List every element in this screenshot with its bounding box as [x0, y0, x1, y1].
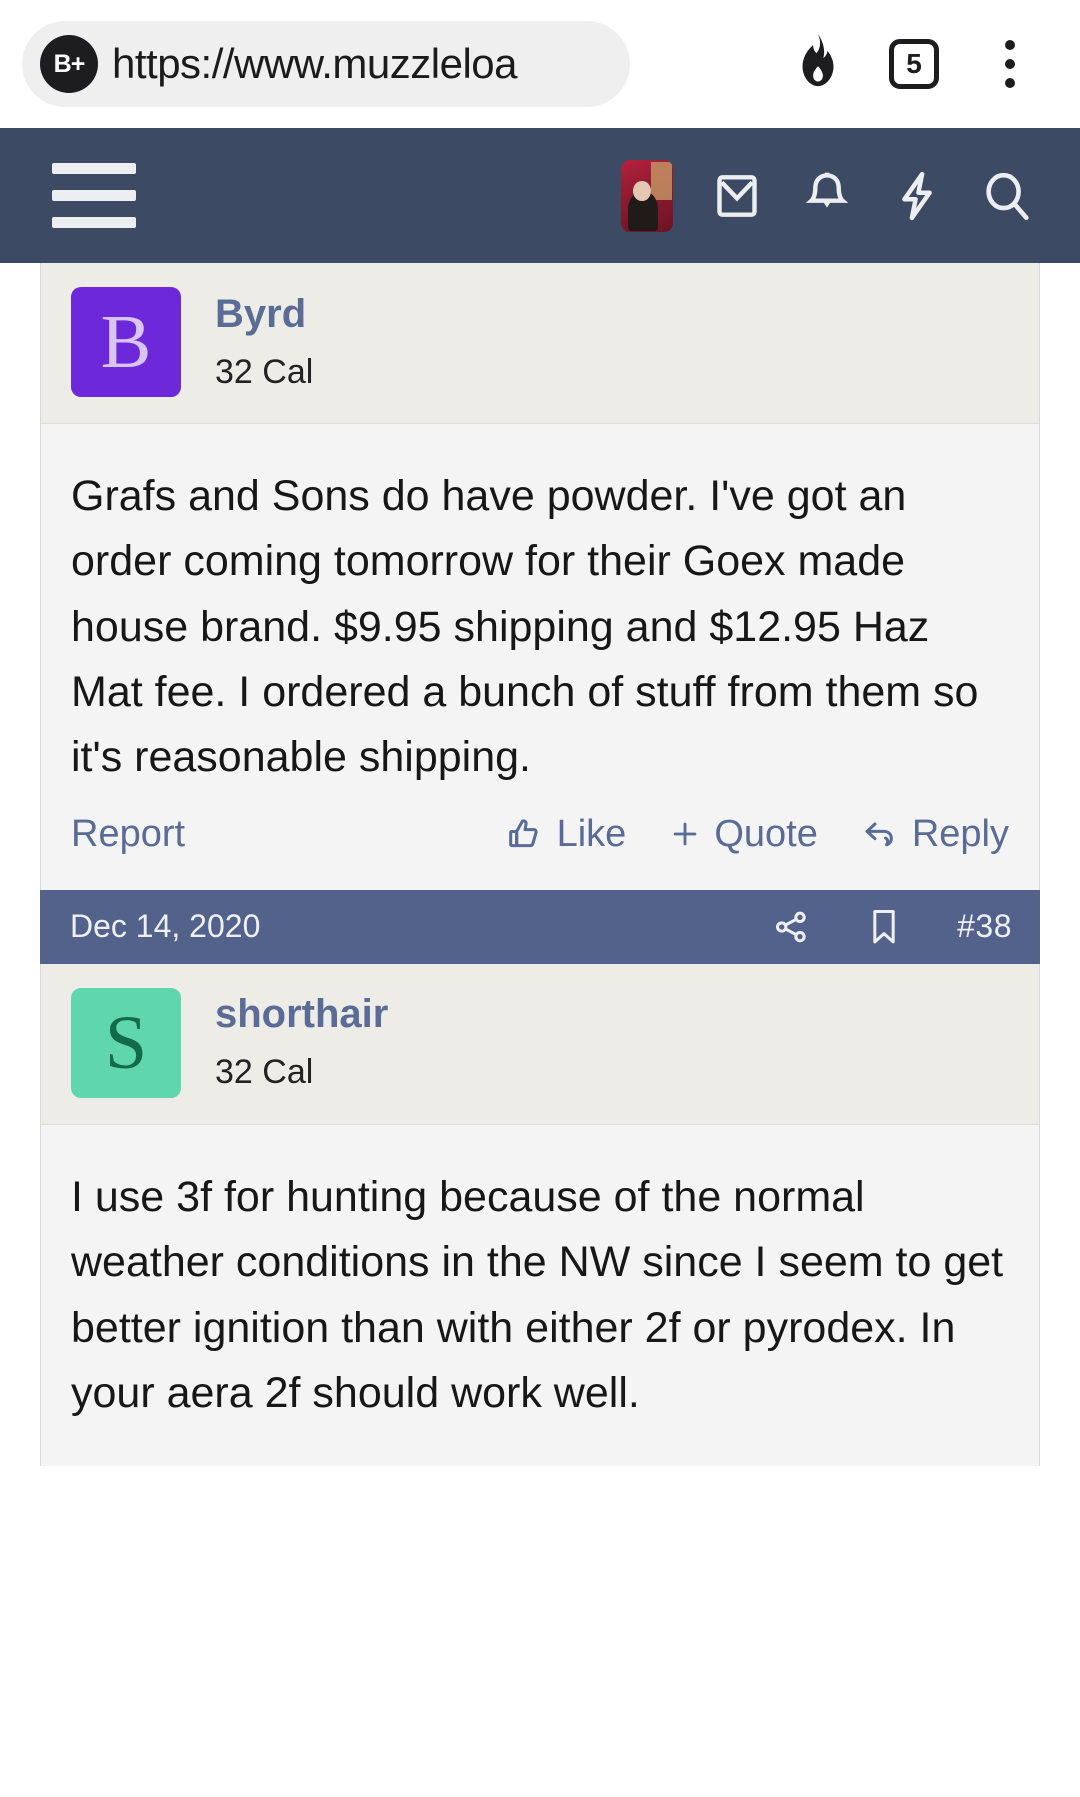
user-title: 32 Cal: [215, 1053, 314, 1092]
hamburger-menu-icon[interactable]: [52, 163, 136, 228]
account-button[interactable]: [602, 146, 692, 246]
report-button[interactable]: Report: [71, 813, 185, 856]
bookmark-icon: [865, 906, 903, 948]
address-bar[interactable]: B+ https://www.muzzleloa: [22, 21, 630, 107]
post-body: Grafs and Sons do have powder. I've got …: [41, 424, 1039, 791]
post-user-header: B Byrd 32 Cal: [41, 263, 1039, 424]
post-actions-right: Like Quote Reply: [505, 813, 1009, 856]
avatar[interactable]: S: [71, 987, 181, 1098]
post-meta-bar: Dec 14, 2020 #38: [40, 889, 1040, 964]
reply-arrow-icon: [860, 814, 900, 854]
bookmark-button[interactable]: [865, 906, 903, 948]
alerts-button[interactable]: [782, 146, 872, 246]
post-number[interactable]: #38: [957, 908, 1012, 945]
browser-actions: 5: [630, 16, 1058, 112]
username-link[interactable]: shorthair: [215, 993, 388, 1035]
post-actions: Report Like Quote Reply: [41, 791, 1039, 890]
flame-icon: [791, 33, 845, 95]
post-user-info: shorthair 32 Cal: [215, 993, 388, 1092]
share-icon: [771, 907, 811, 947]
quote-button[interactable]: Quote: [668, 813, 818, 856]
like-label: Like: [556, 812, 627, 855]
search-button[interactable]: [962, 146, 1052, 246]
post-shorthair: S shorthair 32 Cal I use 3f for hunting …: [40, 963, 1040, 1467]
quote-label: Quote: [714, 812, 818, 855]
url-text: https://www.muzzleloa: [112, 40, 518, 87]
search-icon: [978, 167, 1036, 225]
thread-content: B Byrd 32 Cal Grafs and Sons do have pow…: [0, 263, 1080, 1797]
plus-icon: [668, 817, 702, 851]
reply-label: Reply: [911, 812, 1009, 855]
whats-new-button[interactable]: [872, 146, 962, 246]
user-avatar-icon: [621, 159, 673, 232]
user-title: 32 Cal: [215, 352, 314, 391]
brave-rewards-icon[interactable]: B+: [40, 35, 98, 93]
share-button[interactable]: [771, 907, 811, 947]
post-meta-actions: #38: [771, 906, 1012, 948]
kebab-menu-icon: [1005, 40, 1015, 88]
post-body: I use 3f for hunting because of the norm…: [71, 1172, 1004, 1417]
post-byrd: B Byrd 32 Cal Grafs and Sons do have pow…: [40, 263, 1040, 890]
post-user-header: S shorthair 32 Cal: [41, 963, 1039, 1125]
tab-switcher-button[interactable]: 5: [866, 16, 962, 112]
reply-button[interactable]: Reply: [860, 813, 1009, 856]
site-header: [0, 128, 1080, 263]
like-button[interactable]: Like: [505, 812, 627, 856]
envelope-icon: [709, 168, 765, 224]
post-date: Dec 14, 2020: [70, 908, 261, 945]
brave-shields-button[interactable]: [770, 16, 866, 112]
browser-toolbar: B+ https://www.muzzleloa 5: [0, 0, 1080, 128]
lightning-bolt-icon: [889, 168, 945, 224]
header-icon-group: [602, 146, 1052, 246]
tab-count-badge: 5: [889, 39, 939, 89]
avatar[interactable]: B: [71, 287, 181, 397]
thumbs-up-icon: [505, 814, 545, 854]
post-user-info: Byrd 32 Cal: [215, 293, 313, 392]
inbox-button[interactable]: [692, 146, 782, 246]
username-link[interactable]: Byrd: [215, 293, 313, 335]
bell-icon: [799, 168, 855, 224]
browser-menu-button[interactable]: [962, 16, 1058, 112]
